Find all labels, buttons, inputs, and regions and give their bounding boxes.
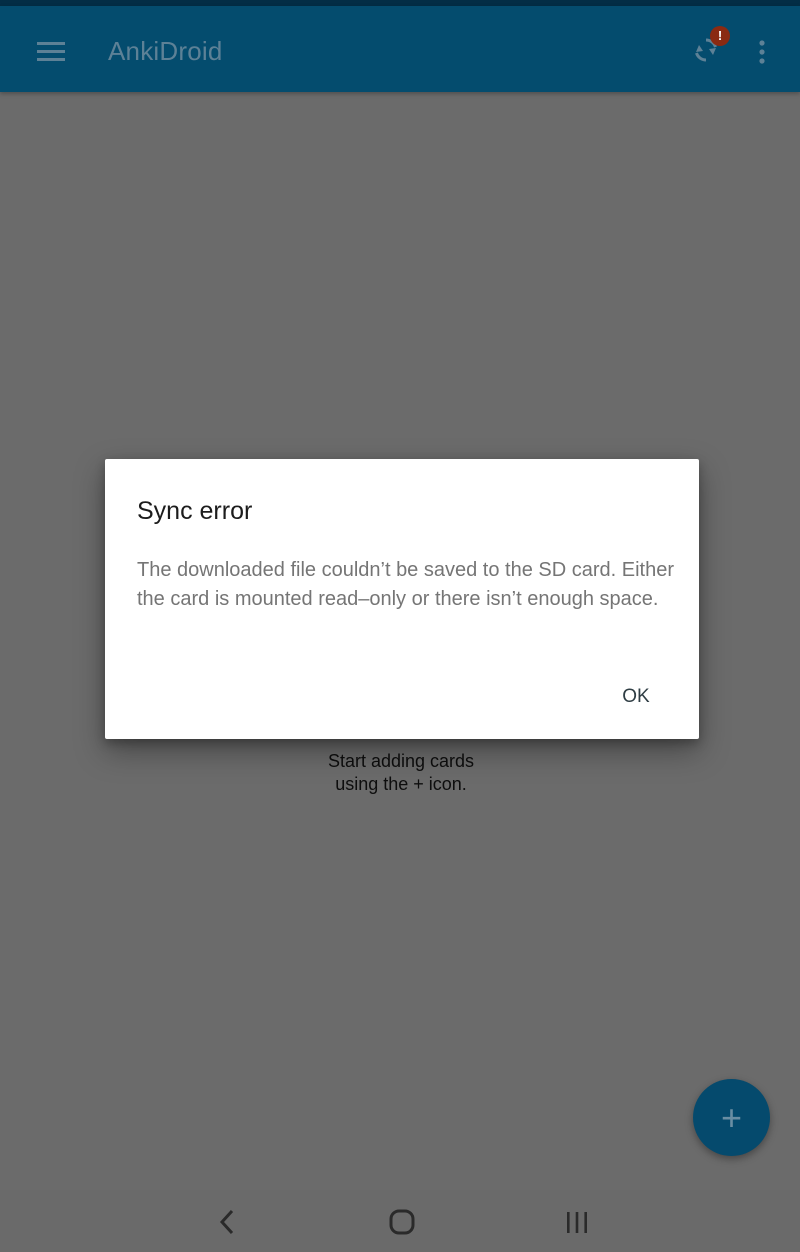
app-toolbar: AnkiDroid !: [0, 6, 800, 92]
recents-icon[interactable]: [547, 1200, 607, 1244]
app-title: AnkiDroid: [108, 36, 223, 66]
add-fab-button[interactable]: +: [693, 1079, 770, 1156]
sync-error-dialog: Sync error The downloaded file couldn’t …: [105, 459, 699, 739]
add-icon: +: [720, 1096, 743, 1138]
more-vertical-icon[interactable]: [746, 32, 778, 72]
dialog-message: The downloaded file couldn’t be saved to…: [137, 559, 674, 610]
home-icon[interactable]: [372, 1200, 432, 1244]
empty-message-line-2: using the + icon.: [335, 774, 467, 794]
ok-button[interactable]: OK: [605, 677, 667, 717]
sync-error-badge: !: [710, 26, 730, 46]
empty-deck-message: Start adding cards using the + icon.: [250, 750, 552, 796]
dialog-title: Sync error: [137, 497, 253, 525]
back-chevron-icon[interactable]: [197, 1200, 257, 1244]
empty-message-line-1: Start adding cards: [327, 751, 475, 771]
hamburger-menu-icon[interactable]: [30, 34, 72, 68]
system-navigation-bar: [0, 1190, 800, 1252]
